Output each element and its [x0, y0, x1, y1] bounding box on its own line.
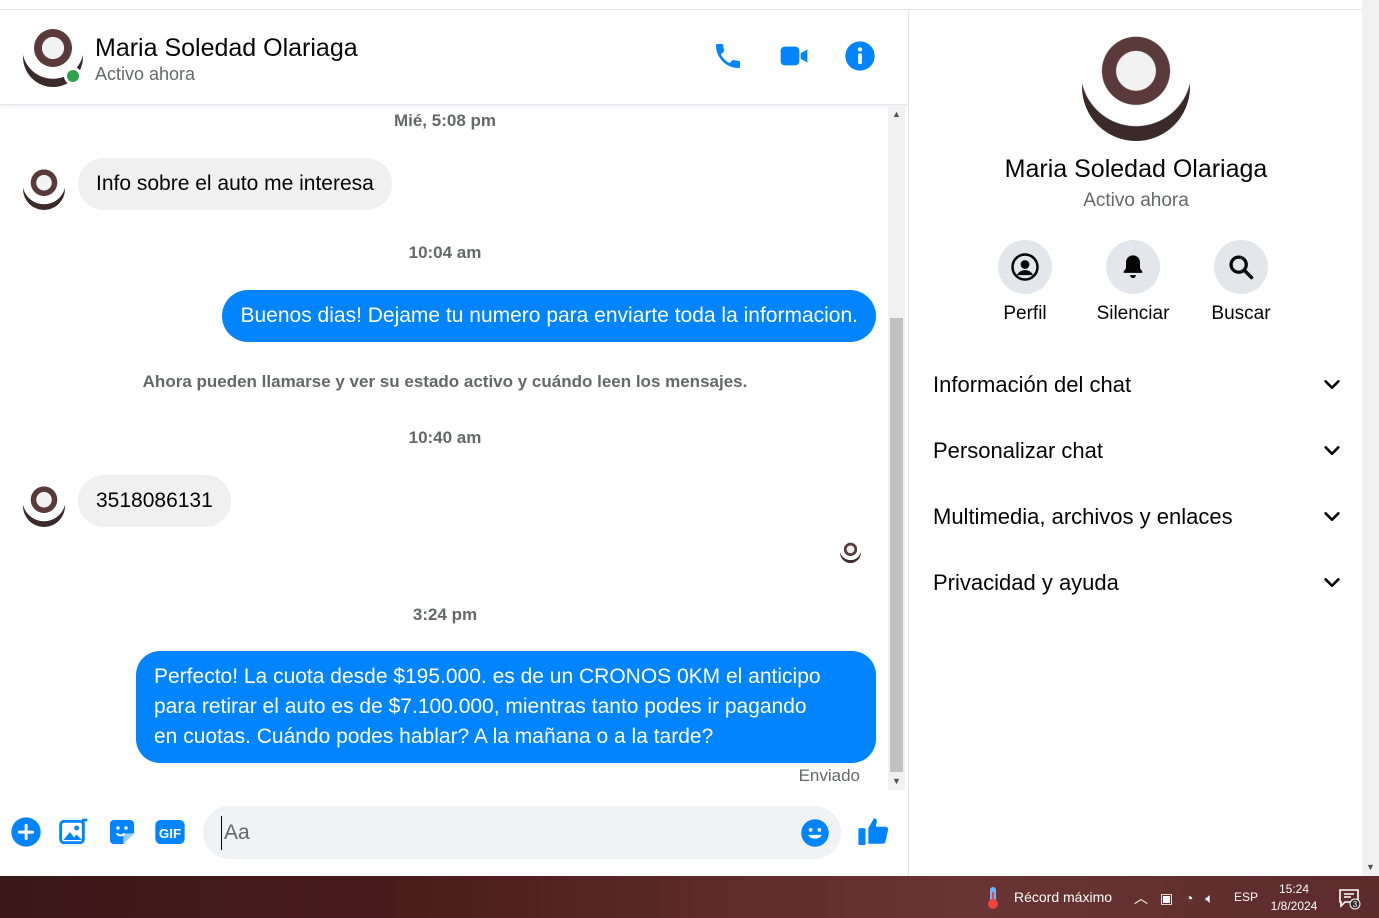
message-avatar[interactable]	[23, 485, 65, 527]
sticker-icon[interactable]	[106, 816, 138, 848]
contact-status: Activo ahora	[95, 64, 196, 84]
clock-date: 1/8/2024	[1270, 899, 1318, 913]
message-line: Perfecto! La cuota desde $195.000. es de…	[154, 665, 821, 688]
section-label: Información del chat	[933, 372, 1132, 397]
svg-text:GIF: GIF	[159, 826, 181, 841]
photo-icon[interactable]	[58, 816, 90, 848]
scroll-up-arrow-icon[interactable]: ▲	[888, 106, 905, 123]
profile-name: Maria Soledad Olariaga	[1004, 155, 1268, 183]
wifi-icon[interactable]: ◔	[1185, 890, 1197, 906]
profile-icon	[1011, 253, 1039, 281]
video-call-icon[interactable]	[778, 40, 810, 72]
system-tray-icons[interactable]: ︿ ▣ ◔ 🔈︎	[1134, 888, 1218, 908]
thermometer-icon[interactable]	[984, 886, 1002, 910]
message-input[interactable]	[221, 816, 781, 850]
chevron-down-icon	[1324, 512, 1340, 522]
outgoing-message[interactable]: Perfecto! La cuota desde $195.000. es de…	[136, 651, 876, 763]
mute-icon-circle	[1106, 240, 1160, 294]
search-button[interactable]: Buscar	[1191, 240, 1291, 325]
message-scrollbar[interactable]: ▲ ▼	[888, 106, 905, 790]
contact-name[interactable]: Maria Soledad Olariaga	[95, 34, 358, 63]
search-label: Buscar	[1211, 303, 1271, 324]
section-customize-chat[interactable]: Personalizar chat	[933, 426, 1343, 476]
emoji-icon[interactable]	[800, 818, 830, 848]
weather-text[interactable]: Récord máximo	[1014, 889, 1112, 905]
scroll-thumb[interactable]	[890, 318, 903, 772]
clock-time: 15:24	[1278, 882, 1310, 896]
notification-count: 3	[1353, 900, 1358, 909]
conversation-info-panel: Maria Soledad Olariaga Activo ahora Perf…	[908, 10, 1362, 876]
message-line: en cuotas. Cuándo podes hablar? A la mañ…	[154, 725, 714, 748]
scroll-down-arrow-icon[interactable]: ▼	[1362, 859, 1379, 876]
notification-icon[interactable]: 3	[1337, 886, 1361, 910]
message-avatar[interactable]	[23, 168, 65, 210]
volume-icon[interactable]: 🔈︎	[1205, 890, 1217, 906]
search-icon-circle	[1214, 240, 1268, 294]
profile-icon-circle	[998, 240, 1052, 294]
profile-button[interactable]: Perfil	[975, 240, 1075, 325]
incoming-message[interactable]: 3518086131	[78, 475, 231, 527]
section-label: Personalizar chat	[933, 438, 1103, 463]
timestamp: 3:24 pm	[412, 605, 478, 624]
thumbs-up-icon[interactable]	[857, 814, 891, 848]
search-icon	[1229, 255, 1254, 280]
bell-icon	[1123, 255, 1143, 279]
meet-icon[interactable]: ▣	[1160, 890, 1177, 906]
composer: GIF	[0, 796, 908, 876]
seen-receipt-avatar	[840, 542, 861, 563]
chevron-down-icon	[1324, 380, 1340, 390]
profile-label: Perfil	[1003, 303, 1047, 324]
info-icon[interactable]	[844, 40, 876, 72]
online-status-dot	[64, 67, 82, 85]
system-notice: Ahora pueden llamarse y ver su estado ac…	[142, 372, 748, 391]
message-input-wrap[interactable]	[203, 806, 841, 859]
message-line: para retirar el auto es de $7.100.000, m…	[154, 695, 807, 718]
gif-icon[interactable]: GIF	[154, 816, 186, 848]
clock[interactable]: 15:24 1/8/2024	[1270, 881, 1318, 915]
chevron-down-icon	[1324, 446, 1340, 456]
top-bar	[0, 0, 1362, 10]
section-privacy-help[interactable]: Privacidad y ayuda	[933, 558, 1343, 608]
mute-label: Silenciar	[1096, 303, 1170, 324]
chat-header: Maria Soledad Olariaga Activo ahora	[0, 10, 908, 105]
sent-status: Enviado	[798, 766, 860, 785]
timestamp: 10:40 am	[408, 428, 482, 447]
scroll-down-arrow-icon[interactable]: ▼	[888, 773, 905, 790]
section-media-files-links[interactable]: Multimedia, archivos y enlaces	[933, 492, 1343, 542]
page-scrollbar[interactable]: ▼	[1362, 0, 1379, 876]
chevron-down-icon	[1324, 578, 1340, 588]
section-chat-info[interactable]: Información del chat	[933, 360, 1343, 410]
messenger-window: Maria Soledad Olariaga Activo ahora Mié,…	[0, 0, 1379, 918]
plus-icon[interactable]	[10, 816, 42, 848]
profile-avatar[interactable]	[1082, 33, 1190, 141]
windows-taskbar: Récord máximo ︿ ▣ ◔ 🔈︎ ESP 15:24 1/8/202…	[0, 876, 1379, 918]
incoming-message[interactable]: Info sobre el auto me interesa	[78, 158, 392, 210]
timestamp: Mié, 5:08 pm	[393, 111, 497, 130]
section-label: Privacidad y ayuda	[933, 570, 1119, 595]
timestamp: 10:04 am	[408, 243, 482, 262]
profile-status: Activo ahora	[1083, 190, 1189, 211]
language-indicator[interactable]: ESP	[1234, 890, 1258, 904]
phone-call-icon[interactable]	[712, 40, 744, 72]
mute-button[interactable]: Silenciar	[1083, 240, 1183, 325]
message-list[interactable]: Mié, 5:08 pm Info sobre el auto me inter…	[0, 106, 890, 790]
section-label: Multimedia, archivos y enlaces	[933, 504, 1233, 529]
outgoing-message[interactable]: Buenos dias! Dejame tu numero para envia…	[222, 290, 876, 342]
chevron-up-icon[interactable]: ︿	[1134, 890, 1152, 906]
